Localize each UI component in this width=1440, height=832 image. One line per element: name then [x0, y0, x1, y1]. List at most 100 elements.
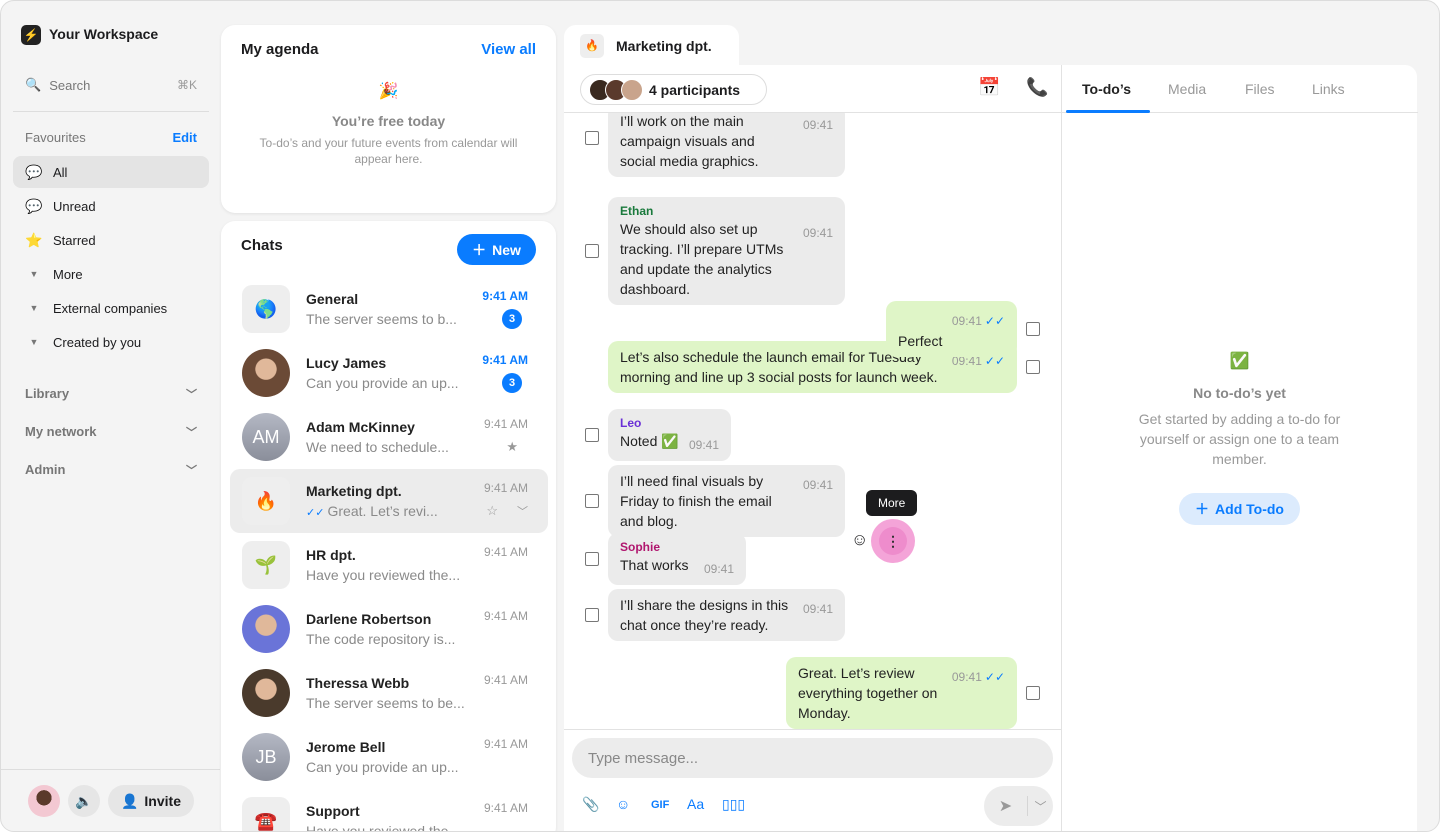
more-button[interactable]: ⋮ — [871, 519, 915, 563]
tab-todos[interactable]: To-do’s — [1082, 81, 1131, 97]
select-message-checkbox[interactable] — [1026, 360, 1040, 374]
chevron-down-icon: ﹀ — [186, 389, 197, 401]
select-message-checkbox[interactable] — [585, 131, 599, 145]
view-all-link[interactable]: View all — [481, 41, 536, 58]
sidebar-item-external-companies[interactable]: ▼ External companies — [13, 292, 209, 324]
fire-icon: 🔥 — [580, 34, 604, 58]
calendar-add-icon[interactable]: 📅 — [978, 77, 1000, 98]
message-time: 09:41 — [689, 435, 719, 455]
select-message-checkbox[interactable] — [585, 608, 599, 622]
sidebar-item-all[interactable]: 💬 All — [13, 156, 209, 188]
message-bubble[interactable]: Ethan 09:41 We should also set up tracking… — [608, 197, 845, 305]
select-message-checkbox[interactable] — [1026, 322, 1040, 336]
sidebar-item-starred[interactable]: ⭐ Starred — [13, 224, 209, 256]
message-bubble[interactable]: 09:41 ✓✓ Great. Let’s review everything to… — [786, 657, 1017, 729]
search-button[interactable]: 🔍 Search ⌘K — [25, 75, 197, 95]
message-bubble[interactable]: 09:41 I’ll work on the main campaign visu… — [608, 113, 845, 177]
message-time: 09:41 ✓✓ — [952, 667, 1005, 687]
search-label: Search — [49, 77, 91, 93]
chevron-down-icon: ﹀ — [186, 465, 197, 477]
phone-icon[interactable]: 📞 — [1026, 77, 1048, 98]
chat-preview: Can you provide an up... — [306, 759, 476, 775]
chat-list-item[interactable]: Lucy James Can you provide an up... 9:41 A… — [230, 341, 548, 405]
star-outline-icon[interactable]: ☆ — [486, 503, 498, 519]
divider — [13, 111, 209, 112]
search-icon: 🔍 — [25, 77, 42, 92]
sidebar-item-created-by-you[interactable]: ▼ Created by you — [13, 326, 209, 358]
add-todo-button[interactable]: ＋ Add To-do — [1179, 493, 1300, 525]
tab-media[interactable]: Media — [1168, 81, 1206, 97]
chat-list-item[interactable]: 🌱 HR dpt. Have you reviewed the... 9:41 AM — [230, 533, 548, 597]
select-message-checkbox[interactable] — [585, 494, 599, 508]
chats-card: Chats ＋ New 🌎 General The server seems to b… — [221, 221, 556, 831]
sidebar-item-label: All — [53, 164, 68, 180]
chat-avatar: 🔥 — [242, 477, 290, 525]
emoji-reaction-icon[interactable]: ☺ — [851, 530, 868, 550]
section-admin[interactable]: Admin ﹀ — [25, 462, 197, 478]
chat-list-item[interactable]: AM Adam McKinney We need to schedule... 9:4… — [230, 405, 548, 469]
time-text: 09:41 — [802, 478, 833, 492]
chat-list-item[interactable]: Theressa Webb The server seems to be... 9:… — [230, 661, 548, 725]
section-my-network[interactable]: My network ﹀ — [25, 424, 197, 440]
message-bubble[interactable]: 09:41 I’ll share the designs in this chat… — [608, 589, 845, 641]
chat-bubble-icon: 💬 — [25, 163, 43, 180]
message-bubble[interactable]: Sophie 09:41 That works — [608, 533, 746, 585]
participant-avatar — [621, 78, 643, 101]
sidebar-item-label: Starred — [53, 232, 96, 248]
tab-links[interactable]: Links — [1312, 81, 1345, 97]
edit-favourites-link[interactable]: Edit — [172, 130, 197, 145]
emoji-icon[interactable]: ☺ — [616, 796, 630, 812]
message-bubble[interactable]: 09:41 I’ll need final visuals by Friday t… — [608, 465, 845, 537]
agenda-empty-desc: To-do’s and your future events from cale… — [259, 136, 518, 166]
conversation-panel: 4 participants 📅 📞 09:41 ✓✓ Great. Let’s r… — [564, 65, 1418, 831]
select-message-checkbox[interactable] — [585, 552, 599, 566]
format-text-button[interactable]: Aa — [687, 796, 704, 812]
message-text: That works — [620, 557, 689, 573]
invite-button[interactable]: 👤 Invite — [108, 785, 194, 817]
tab-files[interactable]: Files — [1245, 81, 1275, 97]
message-input[interactable] — [572, 738, 1053, 778]
tab-marketing-dpt[interactable]: 🔥 Marketing dpt. — [564, 25, 739, 67]
check-mark-icon: ✅ — [1229, 353, 1250, 370]
message-bubble[interactable]: 09:41 ✓✓ Perfect — [886, 301, 1017, 357]
invite-label: Invite — [144, 793, 181, 809]
chat-list-item[interactable]: 🔥 Marketing dpt. ✓✓ Great. Let’s revi... 9:… — [230, 469, 548, 533]
gif-button[interactable]: GIF — [651, 799, 669, 811]
select-message-checkbox[interactable] — [1026, 686, 1040, 700]
section-label: My network — [25, 424, 97, 439]
sidebar-item-more[interactable]: ▼ More — [13, 258, 209, 290]
chat-avatar: 🌎 — [242, 285, 290, 333]
divider — [1, 769, 220, 770]
attachment-icon[interactable]: 📎 — [582, 796, 599, 813]
chevron-down-icon[interactable]: ﹀ — [1028, 798, 1053, 815]
chat-preview-text: We need to schedule... — [306, 439, 449, 455]
user-avatar[interactable] — [28, 785, 60, 817]
star-icon[interactable]: ★ — [506, 439, 518, 455]
conversation-header: 4 participants 📅 📞 — [564, 65, 1061, 113]
chat-time: 9:41 AM — [482, 289, 528, 303]
speaker-button[interactable]: 🔈 — [68, 785, 100, 817]
message-bubble[interactable]: Leo 09:41 Noted ✅ — [608, 409, 731, 461]
more-vertical-icon: ⋮ — [879, 527, 907, 555]
select-message-checkbox[interactable] — [585, 428, 599, 442]
chat-preview-text: Can you provide an up... — [306, 375, 459, 391]
chevron-down-icon[interactable]: ﹀ — [517, 503, 528, 519]
participants-button[interactable]: 4 participants — [580, 74, 767, 105]
chat-list-item[interactable]: JB Jerome Bell Can you provide an up... 9:4… — [230, 725, 548, 789]
workspace-title[interactable]: Your Workspace — [49, 26, 158, 42]
caret-down-icon: ▼ — [29, 337, 39, 347]
plus-icon: ＋ — [472, 241, 487, 258]
poll-icon[interactable]: ▯▯▯ — [722, 796, 745, 813]
select-message-checkbox[interactable] — [585, 244, 599, 258]
send-button[interactable]: ➤ ﹀ — [984, 786, 1053, 826]
section-library[interactable]: Library ﹀ — [25, 386, 197, 402]
sidebar-item-unread[interactable]: 💬 Unread — [13, 190, 209, 222]
chat-list-item[interactable]: Darlene Robertson The code repository is.… — [230, 597, 548, 661]
time-text: 09:41 — [688, 438, 719, 452]
new-chat-button[interactable]: ＋ New — [457, 234, 536, 265]
chat-list-item[interactable]: 🌎 General The server seems to b... 9:41 AM 3 — [230, 277, 548, 341]
chat-preview-text: The server seems to be... — [306, 695, 465, 711]
message-time: 09:41 — [803, 599, 833, 619]
active-tab-indicator — [1066, 110, 1150, 113]
chat-list-item[interactable]: ☎️ Support Have you reviewed the... 9:41 AM — [230, 789, 548, 831]
